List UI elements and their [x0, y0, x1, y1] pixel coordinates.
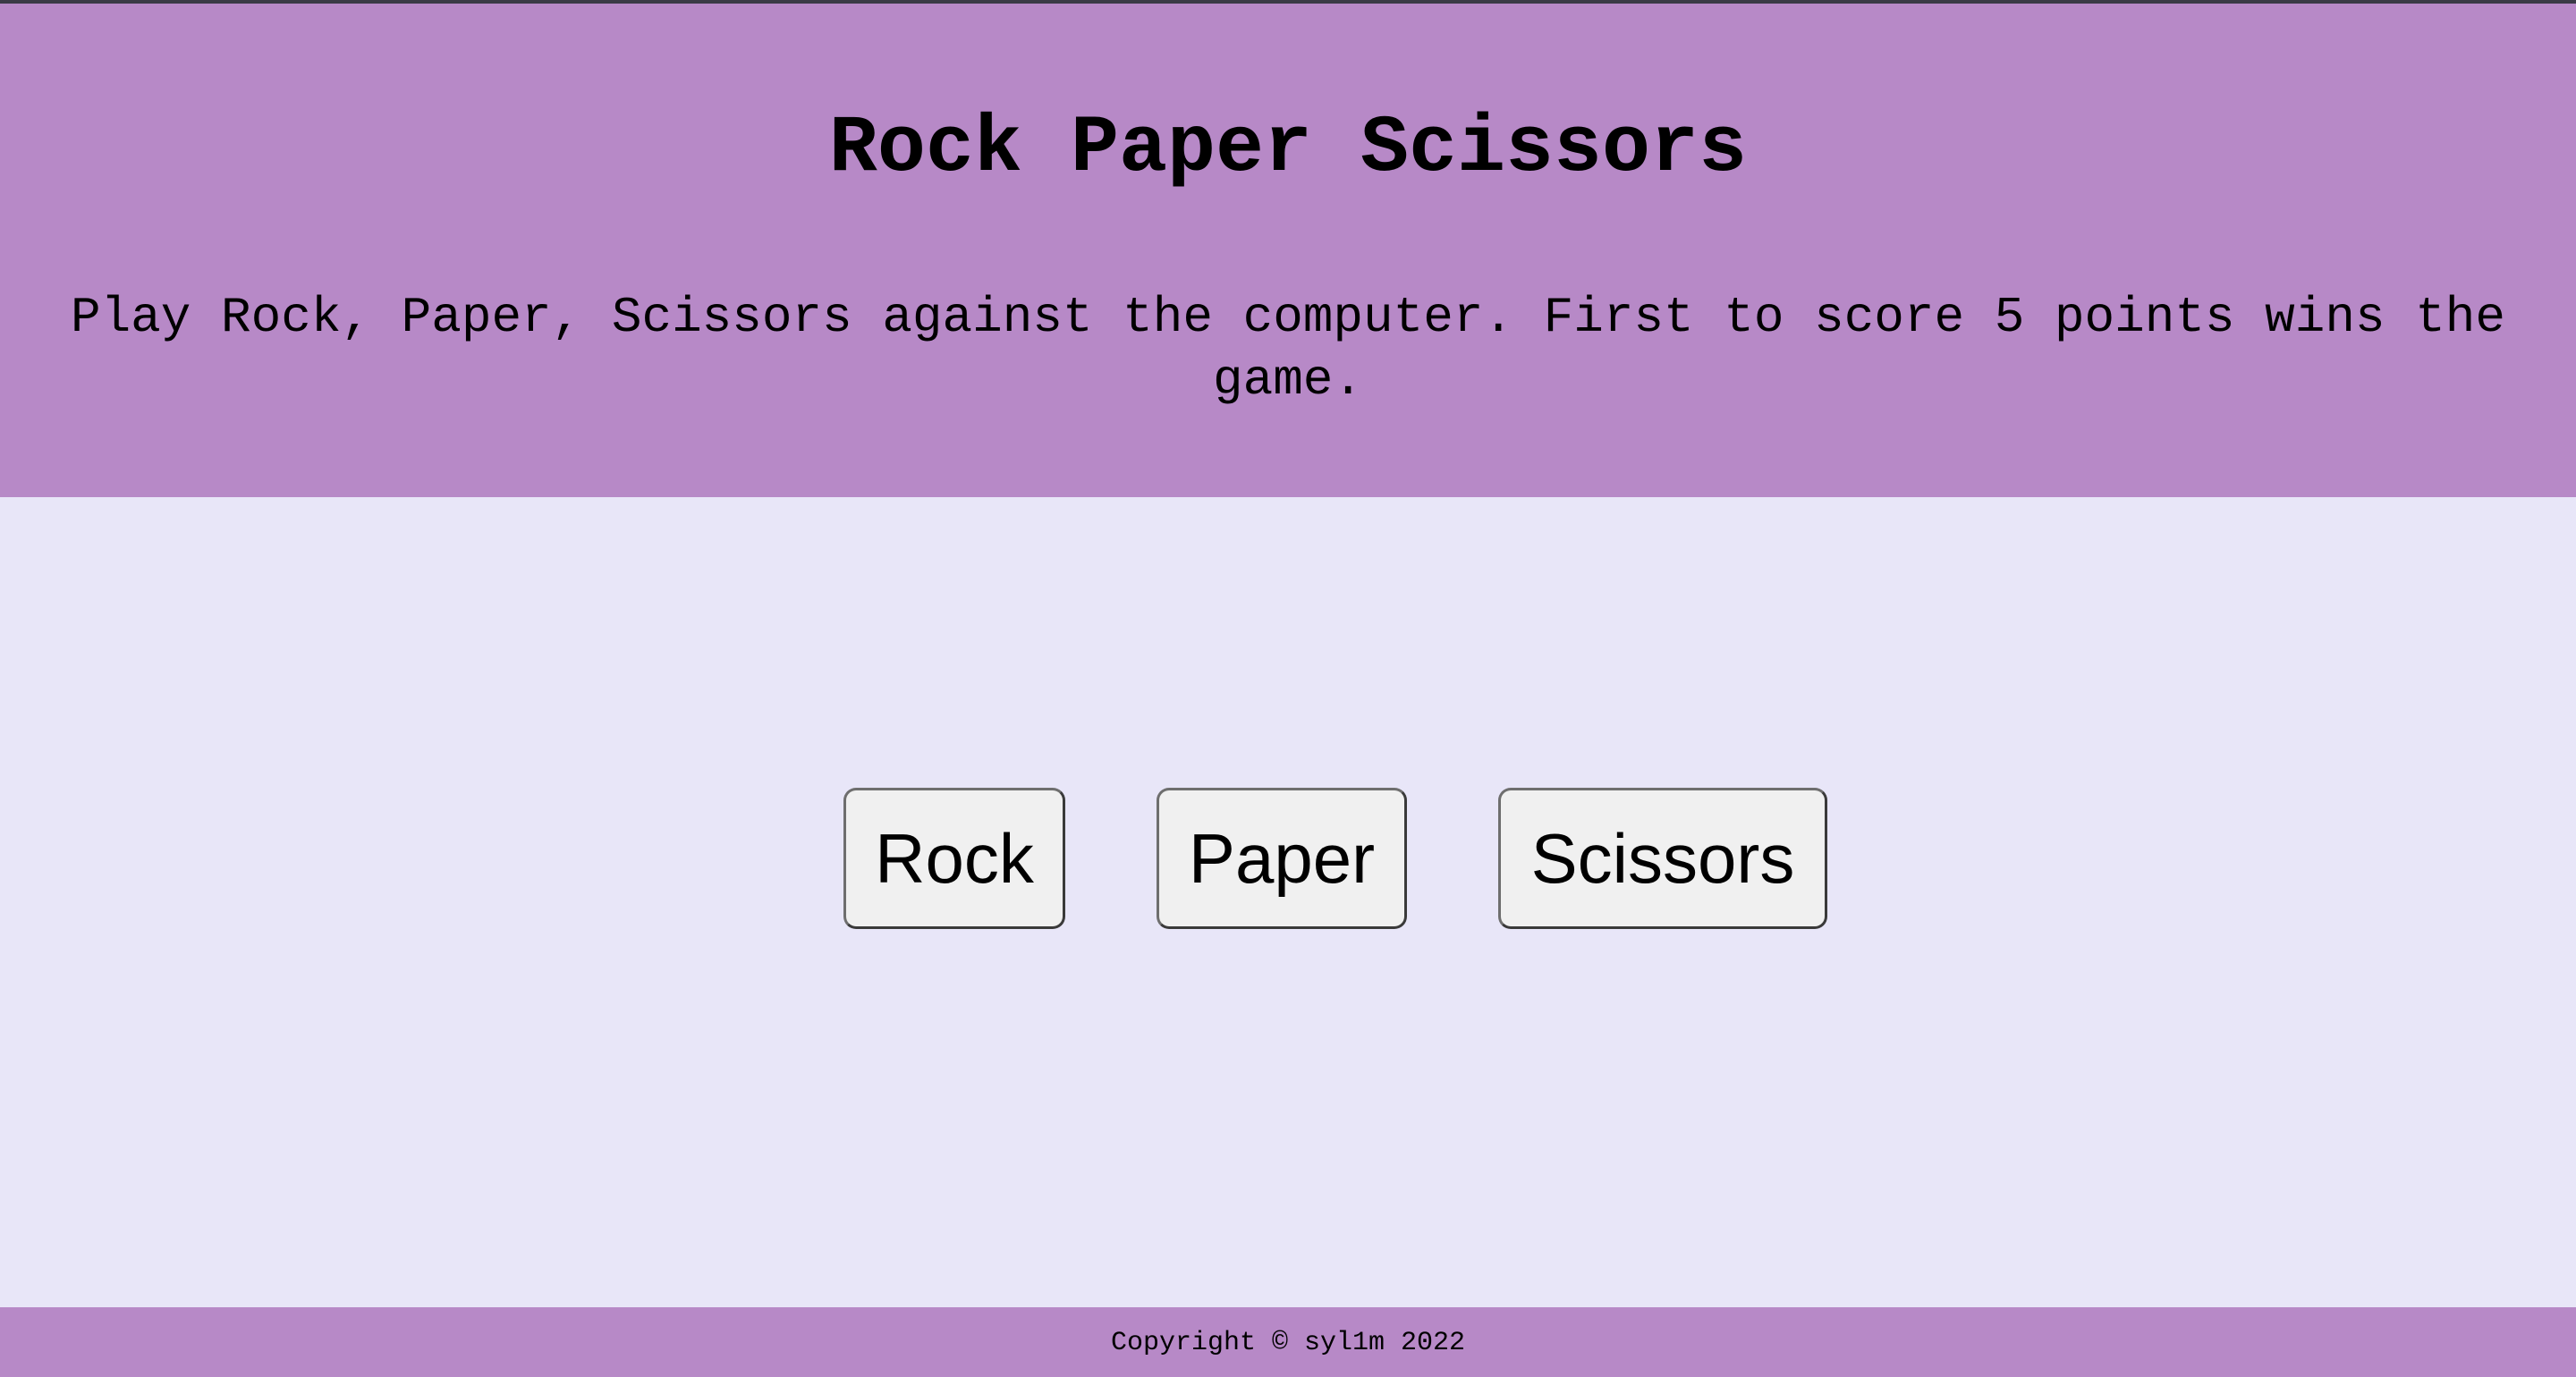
game-instructions: Play Rock, Paper, Scissors against the c…	[70, 289, 2506, 409]
page-header: Rock Paper Scissors Play Rock, Paper, Sc…	[0, 4, 2576, 497]
page-title: Rock Paper Scissors	[828, 104, 1748, 195]
choice-buttons: Rock Paper Scissors	[0, 787, 2576, 930]
copyright-text: Copyright © syl1m 2022	[1110, 1328, 1466, 1358]
game-area: Rock Paper Scissors	[0, 497, 2576, 1307]
rock-button[interactable]: Rock	[843, 788, 1065, 929]
paper-button[interactable]: Paper	[1157, 788, 1407, 929]
page-footer: Copyright © syl1m 2022	[0, 1307, 2576, 1377]
scissors-button[interactable]: Scissors	[1498, 788, 1827, 929]
